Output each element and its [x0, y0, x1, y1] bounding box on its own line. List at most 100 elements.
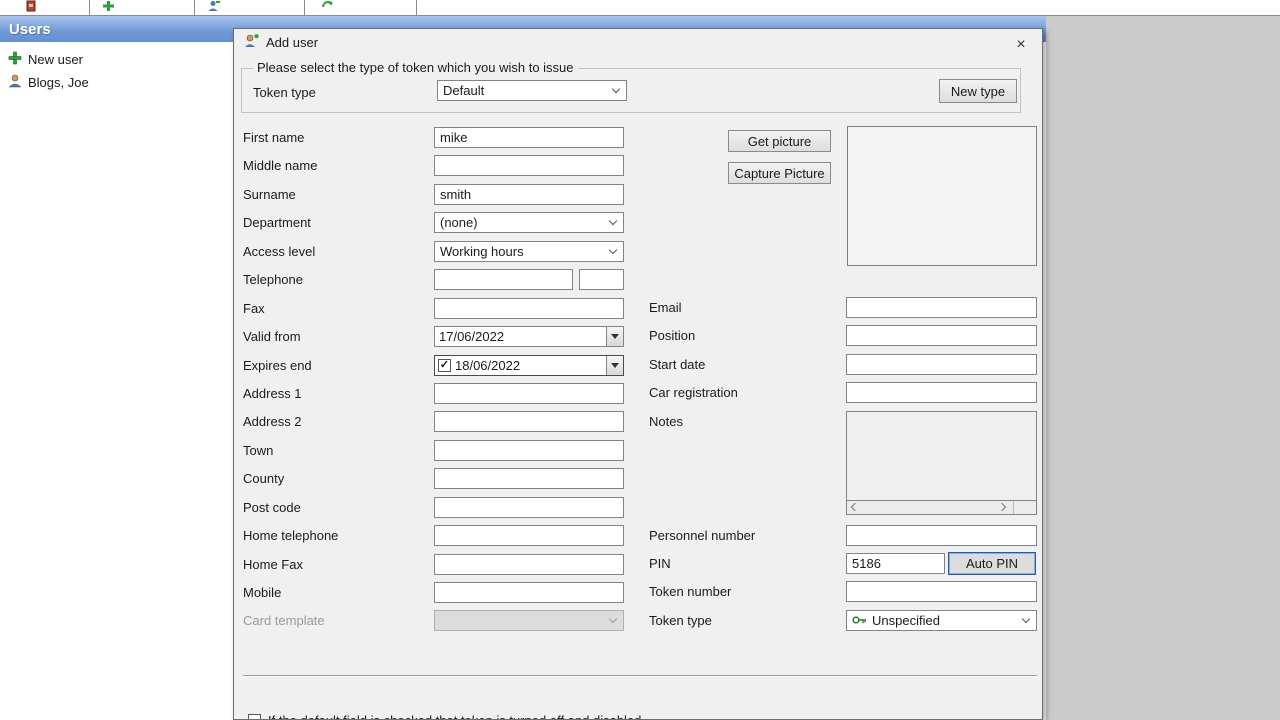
new-type-button[interactable]: New type — [939, 79, 1017, 103]
door-icon — [0, 0, 37, 15]
tree-item-new-user[interactable]: New user — [0, 48, 233, 71]
telephone-extension-field[interactable] — [579, 269, 624, 291]
fax-field[interactable] — [434, 297, 624, 319]
form-row: Expires end ✓ 18/06/2022 — [243, 354, 643, 383]
card-template-label: Card template — [243, 613, 325, 629]
chevron-down-icon — [603, 242, 623, 261]
valid-from-label: Valid from — [243, 329, 301, 345]
middle-name-field[interactable] — [434, 155, 624, 177]
form-row: Home Fax — [243, 553, 643, 582]
right-form-column: Email Position Start date Car registrati… — [649, 297, 1039, 638]
home-telephone-label: Home telephone — [243, 528, 339, 544]
town-field[interactable] — [434, 439, 624, 461]
car-registration-field[interactable] — [846, 382, 1037, 404]
form-row: PIN 5186 Auto PIN — [649, 551, 1039, 581]
token-type-bottom-select[interactable]: Unspecified — [846, 609, 1037, 631]
address2-field[interactable] — [434, 411, 624, 433]
form-row: Home telephone — [243, 525, 643, 553]
refresh-icon — [305, 0, 334, 15]
capture-picture-button[interactable]: Capture Picture — [728, 162, 831, 184]
chevron-down-icon — [603, 611, 623, 630]
toolbar-button-2[interactable] — [90, 0, 195, 15]
toolbar-button-1[interactable] — [0, 0, 90, 15]
screen: Users New user Blogs, Joe Add user × Ple… — [0, 0, 1280, 720]
notes-horizontal-scrollbar[interactable] — [846, 500, 1037, 515]
form-row: County — [243, 468, 643, 496]
scroll-right-icon[interactable] — [997, 502, 1007, 511]
tree-item-blogs-joe[interactable]: Blogs, Joe — [0, 71, 233, 94]
token-number-field[interactable] — [846, 581, 1037, 603]
access-level-select[interactable]: Working hours — [434, 240, 624, 262]
chevron-down-icon — [603, 213, 623, 232]
form-row: Telephone — [243, 269, 643, 297]
town-label: Town — [243, 442, 274, 458]
expires-end-date-picker[interactable]: ✓ 18/06/2022 — [434, 354, 624, 376]
expires-end-checkbox[interactable]: ✓ — [438, 358, 451, 372]
scroll-left-icon[interactable] — [850, 502, 860, 511]
chevron-down-icon — [606, 81, 626, 100]
post-code-label: Post code — [243, 499, 301, 515]
personnel-number-field[interactable] — [846, 524, 1037, 546]
users-tree: New user Blogs, Joe — [0, 42, 233, 720]
form-row: Mobile — [243, 582, 643, 610]
dialog-divider — [243, 675, 1037, 677]
valid-from-date-picker[interactable]: 17/06/2022 — [434, 326, 624, 348]
first-name-field[interactable]: mike — [434, 127, 624, 148]
close-icon[interactable]: × — [1012, 36, 1030, 54]
token-type-select[interactable]: Default — [437, 80, 627, 101]
home-telephone-field[interactable] — [434, 525, 624, 547]
form-row: Address 1 — [243, 382, 643, 411]
token-type-group-label: Token type — [253, 85, 316, 100]
toolbar — [0, 0, 1280, 16]
bottom-option-checkbox[interactable] — [248, 714, 261, 719]
user-photo-box — [847, 126, 1037, 266]
post-code-field[interactable] — [434, 496, 624, 518]
address1-field[interactable] — [434, 382, 624, 404]
form-row: Token type Unspecified — [649, 609, 1039, 638]
form-row: Start date — [649, 353, 1039, 382]
users-header-label: Users — [9, 20, 51, 38]
dropdown-arrow-icon[interactable] — [606, 355, 623, 375]
get-picture-button[interactable]: Get picture — [728, 130, 831, 152]
expires-end-label: Expires end — [243, 357, 312, 373]
start-date-field[interactable] — [846, 353, 1037, 375]
add-user-icon — [244, 33, 259, 51]
surname-field[interactable]: smith — [434, 183, 624, 205]
form-row: Token number — [649, 581, 1039, 609]
expires-end-value: 18/06/2022 — [455, 357, 521, 373]
county-field[interactable] — [434, 468, 624, 490]
middle-name-label: Middle name — [243, 158, 318, 174]
tree-item-label: Blogs, Joe — [28, 75, 89, 90]
department-select-value: (none) — [440, 215, 478, 231]
auto-pin-button[interactable]: Auto PIN — [948, 551, 1036, 575]
token-type-groupbox: Please select the type of token which yo… — [241, 60, 1021, 113]
toolbar-button-3[interactable] — [195, 0, 305, 15]
personnel-number-label: Personnel number — [649, 527, 756, 543]
notes-field[interactable] — [846, 410, 1037, 501]
department-label: Department — [243, 215, 311, 231]
mobile-field[interactable] — [434, 582, 624, 603]
pin-field[interactable]: 5186 — [846, 552, 945, 574]
telephone-field[interactable] — [434, 269, 573, 291]
address2-label: Address 2 — [243, 414, 302, 430]
toolbar-button-4[interactable] — [305, 0, 417, 15]
person-icon — [8, 74, 22, 91]
email-field[interactable] — [846, 297, 1037, 318]
form-row: Surname smith — [243, 183, 643, 212]
form-row: Department (none) — [243, 212, 643, 240]
form-row: Middle name — [243, 155, 643, 183]
dropdown-arrow-icon[interactable] — [606, 327, 623, 347]
home-fax-label: Home Fax — [243, 556, 303, 572]
car-registration-label: Car registration — [649, 385, 738, 401]
department-select[interactable]: (none) — [434, 212, 624, 234]
position-field[interactable] — [846, 325, 1037, 347]
form-row: Car registration — [649, 382, 1039, 410]
key-icon — [852, 613, 867, 628]
token-number-label: Token number — [649, 584, 732, 600]
home-fax-field[interactable] — [434, 553, 624, 575]
form-row: First name mike — [243, 127, 643, 155]
chevron-down-icon — [1016, 611, 1036, 630]
mobile-label: Mobile — [243, 585, 282, 600]
dialog-titlebar[interactable]: Add user — [234, 29, 1042, 55]
form-row: Fax — [243, 297, 643, 326]
